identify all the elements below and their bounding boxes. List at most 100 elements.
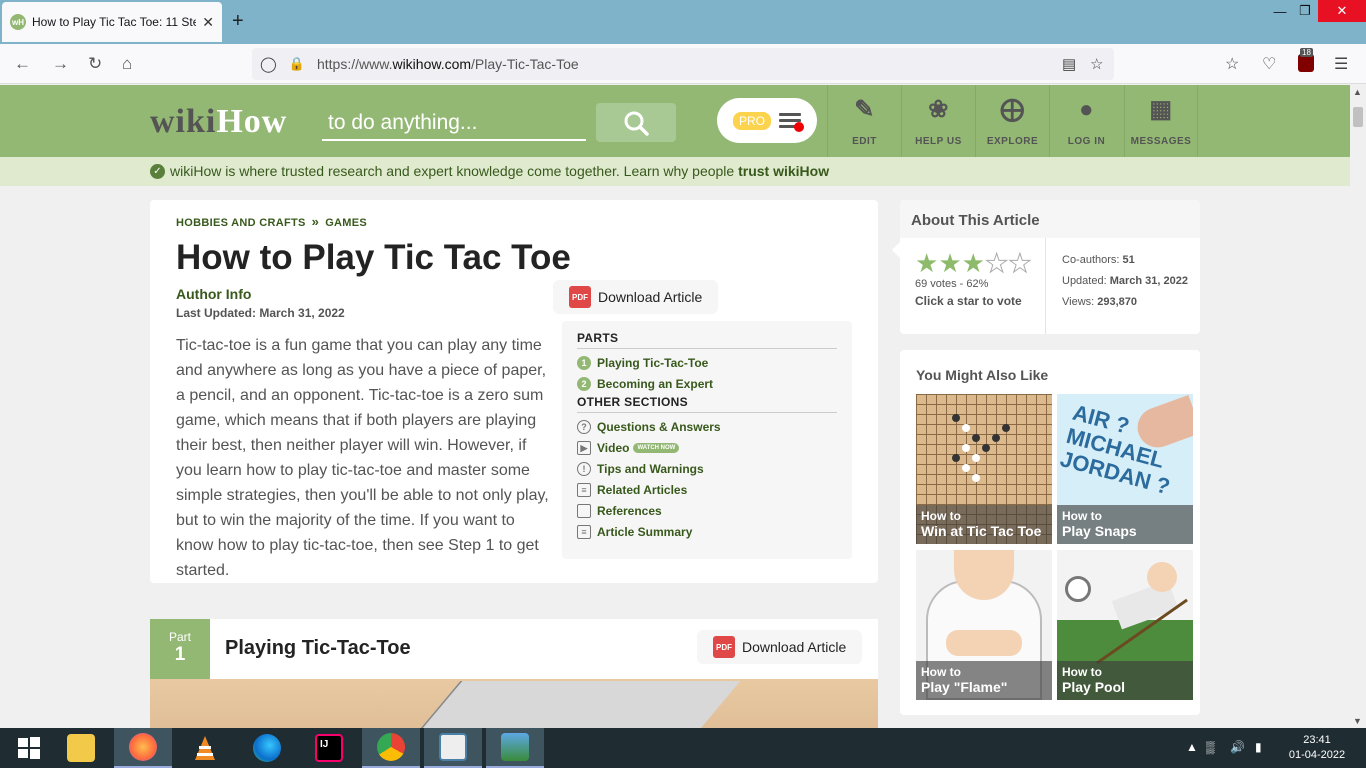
related-play-pool[interactable]: How to Play Pool [1057, 550, 1193, 700]
taskbar-photos[interactable] [486, 728, 544, 768]
nav-messages[interactable]: ▦ MESSAGES [1124, 85, 1198, 157]
taskbar-intellij[interactable]: IJ [300, 728, 358, 768]
pro-menu-button[interactable]: PRO [717, 98, 817, 143]
nav-explore[interactable]: ⨁ EXPLORE [975, 85, 1049, 157]
reader-view-icon[interactable]: ▤ [1062, 55, 1076, 73]
toc-tips[interactable]: ! Tips and Warnings [577, 458, 837, 479]
toc-part-1[interactable]: 1 Playing Tic-Tac-Toe [577, 352, 837, 373]
site-header: wikiHow to do anything... PRO ✎ EDIT ❀ H… [0, 85, 1350, 157]
pocket-icon[interactable]: ♡ [1262, 54, 1276, 74]
taskbar-vlc[interactable] [176, 728, 234, 768]
taskbar-notepad[interactable] [424, 728, 482, 768]
part-download-button[interactable]: PDF Download Article [697, 630, 863, 664]
video-icon: ▶ [577, 440, 591, 455]
system-clock[interactable]: 23:41 01-04-2022 [1284, 733, 1350, 763]
toc-other-header: OTHER SECTIONS [577, 395, 837, 413]
address-bar[interactable]: ◯ 🔒 https://www.wikihow.com/Play-Tic-Tac… [252, 48, 1114, 80]
related-articles-box: You Might Also Like How to Win at Tic Tac… [900, 350, 1200, 715]
intellij-icon: IJ [315, 734, 343, 762]
star-1-icon[interactable]: ★ [915, 250, 938, 276]
start-button[interactable] [0, 728, 58, 768]
trust-link[interactable]: trust wikiHow [738, 163, 829, 179]
article-intro-card: HOBBIES AND CRAFTS» GAMES How to Play Tic… [150, 200, 878, 583]
reload-icon[interactable]: ↻ [88, 54, 102, 74]
check-icon: ✓ [150, 164, 165, 179]
related-play-flame[interactable]: How to Play "Flame" [916, 550, 1052, 700]
collections-icon[interactable]: ☆ [1225, 54, 1239, 74]
related-play-snaps[interactable]: AIR ? MICHAEL JORDAN ? How to Play Snaps [1057, 394, 1193, 544]
star-3-icon[interactable]: ★ [962, 250, 985, 276]
toc-questions[interactable]: ? Questions & Answers [577, 416, 837, 437]
tray-overflow-icon[interactable]: ▲ [1186, 740, 1198, 754]
breadcrumb-hobbies[interactable]: HOBBIES AND CRAFTS [176, 217, 306, 229]
star-5-icon[interactable]: ★ [1008, 250, 1032, 277]
compass-icon: ⨁ [1000, 96, 1025, 123]
minimize-icon[interactable]: — [1268, 0, 1292, 22]
taskbar-chrome[interactable] [362, 728, 420, 768]
app-menu-icon[interactable]: ☰ [1334, 54, 1348, 74]
star-4-icon[interactable]: ★ [984, 250, 1008, 277]
close-tab-icon[interactable]: ✕ [202, 14, 214, 31]
vlc-icon [195, 736, 215, 760]
table-of-contents: PARTS 1 Playing Tic-Tac-Toe 2 Becoming an … [562, 321, 852, 559]
window-close-icon[interactable]: ✕ [1318, 0, 1366, 22]
page-title: How to Play Tic Tac Toe [176, 238, 571, 277]
sprout-icon: ❀ [928, 96, 949, 123]
scroll-up-icon[interactable]: ▲ [1353, 87, 1362, 97]
page-scrollbar[interactable]: ▲ ▼ [1350, 85, 1366, 728]
part-title: Playing Tic-Tac-Toe [225, 637, 411, 659]
taskbar-edge[interactable] [238, 728, 296, 768]
browser-tab[interactable]: wH How to Play Tic Tac Toe: 11 Steps ✕ [2, 2, 222, 42]
volume-icon[interactable]: 🔊 [1230, 740, 1245, 754]
bookmark-star-icon[interactable]: ☆ [1090, 55, 1103, 73]
rating-stars[interactable]: ★ ★ ★ ★ ★ [915, 250, 1032, 277]
battery-icon[interactable]: ▮ [1255, 740, 1262, 754]
toc-summary[interactable]: ≡ Article Summary [577, 521, 837, 542]
nav-edit[interactable]: ✎ EDIT [827, 85, 901, 157]
new-tab-icon[interactable]: + [232, 10, 244, 33]
toc-references[interactable]: References [577, 500, 837, 521]
ublock-icon[interactable]: 18 [1298, 48, 1314, 72]
part-number: Part 1 [150, 619, 210, 679]
nav-help-us[interactable]: ❀ HELP US [901, 85, 975, 157]
page-viewport: wikiHow to do anything... PRO ✎ EDIT ❀ H… [0, 85, 1350, 728]
forward-icon[interactable]: → [52, 54, 69, 74]
restore-icon[interactable]: ❐ [1293, 0, 1317, 22]
rating-section: ★ ★ ★ ★ ★ 69 votes - 62% Click a star to vot… [900, 238, 1046, 334]
breadcrumb-games[interactable]: GAMES [325, 217, 367, 229]
scroll-down-icon[interactable]: ▼ [1353, 716, 1362, 726]
toc-part-2[interactable]: 2 Becoming an Expert [577, 373, 837, 394]
breadcrumb: HOBBIES AND CRAFTS» GAMES [176, 214, 368, 229]
related-win-tic-tac-toe[interactable]: How to Win at Tic Tac Toe [916, 394, 1052, 544]
wikihow-logo[interactable]: wikiHow [150, 103, 287, 141]
windows-taskbar: IJ ▲ ▒ 🔊 ▮ 23:41 01-04-2022 [0, 728, 1366, 768]
summary-icon: ≡ [577, 524, 591, 539]
star-2-icon[interactable]: ★ [938, 250, 961, 276]
home-icon[interactable]: ⌂ [122, 54, 132, 74]
network-icon[interactable]: ▒ [1206, 740, 1215, 754]
coauthors-count[interactable]: 51 [1123, 254, 1135, 266]
chrome-icon [377, 733, 405, 761]
lock-icon[interactable]: 🔒 [289, 56, 305, 72]
pencil-icon: ✎ [854, 96, 875, 123]
browser-toolbar: ← → ↻ ⌂ ◯ 🔒 https://www.wikihow.com/Play… [0, 44, 1366, 84]
updated-date: March 31, 2022 [1109, 275, 1188, 287]
search-input[interactable]: to do anything... [322, 109, 586, 141]
taskbar-firefox[interactable] [114, 728, 172, 768]
search-button[interactable] [596, 103, 676, 142]
related-header: You Might Also Like [916, 367, 1049, 383]
toc-parts-header: PARTS [577, 331, 837, 349]
back-icon[interactable]: ← [14, 54, 31, 74]
tracking-shield-icon[interactable]: ◯ [260, 55, 277, 73]
toc-video[interactable]: ▶ Video WATCH NOW [577, 437, 837, 458]
tab-strip: wH How to Play Tic Tac Toe: 11 Steps ✕ +… [0, 0, 1366, 44]
url-text[interactable]: https://www.wikihow.com/Play-Tic-Tac-Toe [317, 56, 579, 72]
toc-related[interactable]: ≡ Related Articles [577, 479, 837, 500]
scroll-thumb[interactable] [1353, 107, 1363, 127]
nav-log-in[interactable]: ● LOG IN [1049, 85, 1123, 157]
vote-count: 69 votes - 62% [915, 278, 989, 290]
last-updated: Last Updated: March 31, 2022 [176, 306, 345, 320]
download-article-button[interactable]: PDF Download Article [553, 280, 719, 314]
author-info-link[interactable]: Author Info [176, 286, 251, 302]
taskbar-file-explorer[interactable] [52, 728, 110, 768]
